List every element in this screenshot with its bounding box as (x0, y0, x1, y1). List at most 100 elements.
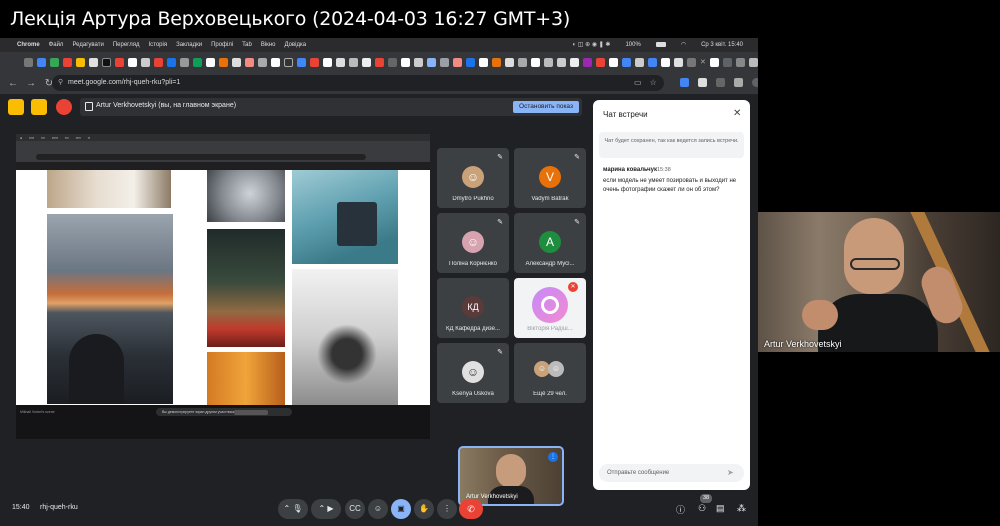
menu-item-file[interactable]: Файл (49, 42, 64, 48)
menu-app-name[interactable]: Chrome (17, 42, 40, 48)
tab-favicon[interactable] (219, 57, 228, 67)
tab-favicon[interactable] (440, 57, 449, 67)
profile-avatar[interactable] (752, 78, 758, 87)
menu-item-history[interactable]: Історія (148, 42, 167, 48)
tab-favicon[interactable] (622, 57, 631, 67)
more-participants-tile[interactable]: ☺ ☺ Ещё 29 чел. (514, 343, 586, 403)
tab-favicon[interactable] (414, 57, 423, 67)
participant-tile[interactable]: ✎ А Александр Мусі... (514, 213, 586, 273)
wifi-icon[interactable]: ◠ (681, 41, 686, 48)
tab-favicon[interactable] (736, 57, 745, 67)
activities-icon[interactable] (8, 99, 24, 115)
tab-favicon[interactable] (479, 57, 488, 67)
tab-favicon[interactable] (687, 57, 696, 67)
tab-favicon[interactable] (401, 57, 410, 67)
tab-favicon[interactable] (635, 57, 644, 67)
present-button[interactable]: ▣ (391, 499, 411, 519)
tab-favicon[interactable] (284, 57, 293, 67)
extension-icon[interactable] (698, 78, 707, 87)
tab-favicon[interactable] (297, 57, 306, 67)
tab-favicon[interactable] (37, 57, 46, 67)
tab-favicon[interactable] (193, 57, 202, 67)
site-info-icon[interactable]: ⚲ (58, 75, 63, 91)
tab-favicon[interactable] (167, 57, 176, 67)
menu-item-help[interactable]: Довідка (284, 42, 306, 48)
tab-favicon[interactable] (50, 57, 59, 67)
tab-favicon[interactable] (349, 57, 358, 67)
tab-favicon[interactable] (505, 57, 514, 67)
tab-favicon[interactable] (24, 57, 33, 67)
extension-icon[interactable] (734, 78, 743, 87)
tab-favicon[interactable] (271, 57, 280, 67)
menu-item-window[interactable]: Вікно (261, 42, 276, 48)
tab-favicon[interactable] (453, 57, 462, 67)
tab-favicon[interactable] (141, 57, 150, 67)
status-icons[interactable]: ◐ ◫ ⊕ ◉ ❚ ✱ (573, 41, 611, 48)
tab-favicon[interactable] (661, 57, 670, 67)
tab-favicon[interactable] (362, 57, 371, 67)
cast-icon[interactable]: ▭ (634, 78, 642, 87)
tab-close-icon[interactable]: ✕ (700, 58, 706, 67)
menubar-clock[interactable]: Ср 3 квіт. 15:40 (701, 42, 743, 48)
send-icon[interactable]: ➤ (727, 468, 734, 477)
back-icon[interactable]: ← (8, 78, 18, 89)
tab-favicon[interactable] (492, 57, 501, 67)
tab-favicon[interactable] (570, 57, 579, 67)
notes-icon[interactable] (31, 99, 47, 115)
close-icon[interactable]: ✕ (733, 108, 741, 119)
chat-input[interactable]: Отправьте сообщение (599, 464, 744, 482)
tab-favicon[interactable] (749, 57, 758, 67)
menu-item-bookmarks[interactable]: Закладки (176, 42, 202, 48)
tab-favicon[interactable] (128, 57, 137, 67)
tab-favicon[interactable] (388, 57, 397, 67)
microphone-button[interactable]: ⌃ 🎙 (278, 499, 308, 519)
more-options-button[interactable]: ⋮ (437, 499, 457, 519)
meeting-code[interactable]: rhj-queh-rku (40, 504, 78, 511)
tab-favicon[interactable] (232, 57, 241, 67)
tab-favicon[interactable] (544, 57, 553, 67)
tab-favicon[interactable] (609, 57, 618, 67)
emoji-button[interactable]: ☺ (368, 499, 388, 519)
raise-hand-button[interactable]: ✋ (414, 499, 434, 519)
tab-favicon[interactable] (557, 57, 566, 67)
sharing-stop-mini[interactable] (234, 410, 268, 415)
tab-favicon[interactable] (648, 57, 657, 67)
tab-favicon[interactable] (466, 57, 475, 67)
tab-favicon[interactable] (102, 57, 111, 67)
tab-favicon[interactable] (531, 57, 540, 67)
participant-tile[interactable]: ✎ ☺ Ksenya Uskova (437, 343, 509, 403)
tab-favicon[interactable] (710, 57, 719, 67)
recording-indicator-icon[interactable] (56, 99, 72, 115)
tab-favicon[interactable] (518, 57, 527, 67)
tab-favicon[interactable] (245, 57, 254, 67)
participant-tile[interactable]: КД КД Кафедра дизе... (437, 278, 509, 338)
menu-item-view[interactable]: Перегляд (113, 42, 140, 48)
participant-tile[interactable]: ✎ ☺ Dmytro Pukhno (437, 148, 509, 208)
participant-tile[interactable]: ✕ Вікторія Радіш... (514, 278, 586, 338)
tab-favicon[interactable] (583, 57, 592, 67)
tab-favicon[interactable] (63, 57, 72, 67)
tab-favicon[interactable] (310, 57, 319, 67)
self-video-tile[interactable]: Artur Verkhovetskyi ⋮ (458, 446, 564, 506)
extension-icon[interactable] (680, 78, 689, 87)
menu-item-tab[interactable]: Tab (242, 42, 252, 48)
tab-favicon[interactable] (427, 57, 436, 67)
extension-icon[interactable] (716, 78, 725, 87)
address-bar[interactable]: ⚲ meet.google.com/rhj-queh-rku?pli=1 (52, 75, 664, 91)
tab-favicon[interactable] (180, 57, 189, 67)
tab-favicon[interactable] (336, 57, 345, 67)
chat-icon[interactable]: ▤ (716, 503, 725, 514)
forward-icon[interactable]: → (26, 78, 36, 89)
bookmark-star-icon[interactable]: ☆ (650, 78, 657, 87)
tab-favicon[interactable] (76, 57, 85, 67)
tab-favicon[interactable] (723, 57, 732, 67)
tab-favicon[interactable] (596, 57, 605, 67)
participant-tile[interactable]: ✎ ☺ Поліна Корнієнко (437, 213, 509, 273)
tab-favicon[interactable] (375, 57, 384, 67)
camera-button[interactable]: ⌃ ▶ (311, 499, 341, 519)
stop-presenting-button[interactable]: Остановить показ (513, 101, 579, 113)
tab-favicon[interactable] (154, 57, 163, 67)
people-icon[interactable]: ⚇ (698, 503, 706, 514)
tab-favicon[interactable] (206, 57, 215, 67)
menu-item-edit[interactable]: Редагувати (72, 42, 103, 48)
